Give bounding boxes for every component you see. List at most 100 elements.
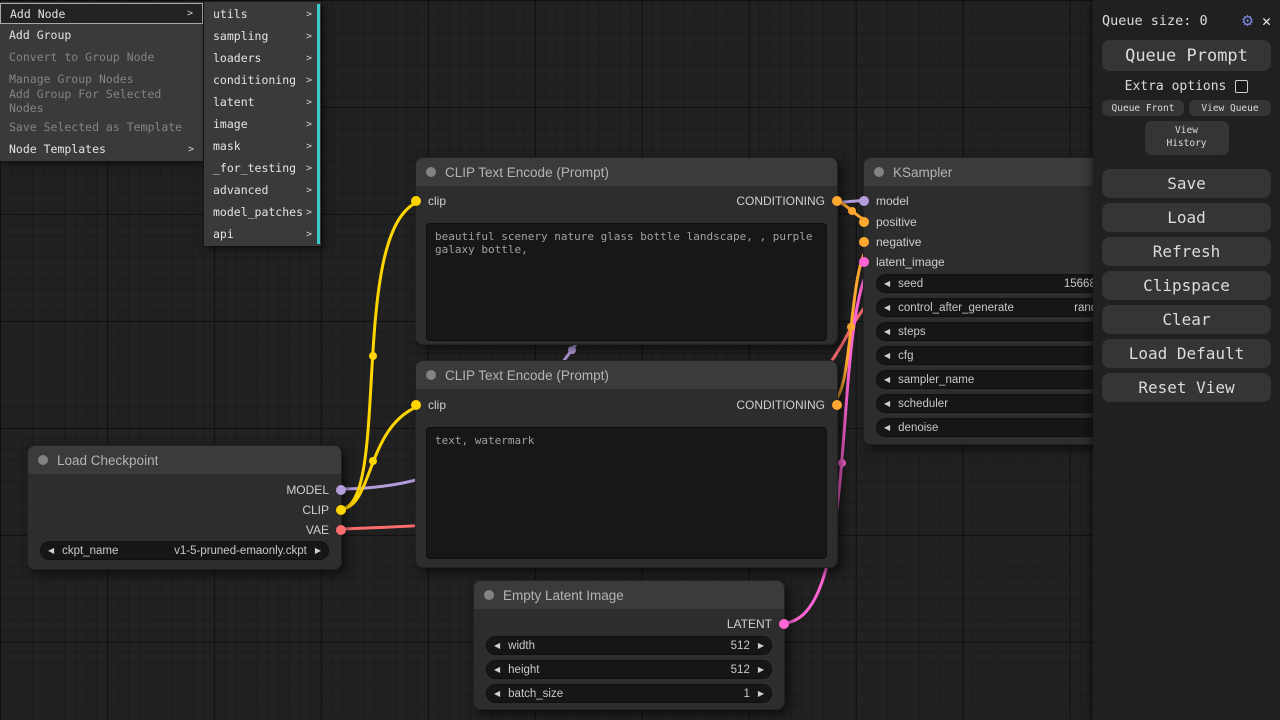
decrement-icon[interactable]: ◀ [884,424,890,432]
menu-item-label: Save Selected as Template [9,120,182,134]
conditioning-slot-icon[interactable] [859,217,869,227]
clear-button[interactable]: Clear [1102,305,1271,334]
wire-midpoint-dot[interactable] [838,459,846,467]
menu-item-node-templates[interactable]: Node Templates > [0,138,203,160]
submenu-item-advanced[interactable]: advanced > [204,179,321,201]
output-slot-conditioning[interactable]: CONDITIONING [736,398,842,412]
submenu-scrollbar[interactable] [317,4,320,244]
negative-prompt-textarea[interactable]: text, watermark [426,427,827,559]
decrement-icon[interactable]: ◀ [884,376,890,384]
queue-front-button[interactable]: Queue Front [1102,100,1184,116]
input-slot-latent-image[interactable]: latent_image [859,255,945,269]
widget-height[interactable]: ◀ height 512 ▶ [486,660,772,679]
submenu-item-latent[interactable]: latent > [204,91,321,113]
node-title-bar[interactable]: CLIP Text Encode (Prompt) [416,158,837,186]
output-slot-model[interactable]: MODEL [286,483,346,497]
submenu-item-model-patches[interactable]: model_patches > [204,201,321,223]
decrement-icon[interactable]: ◀ [884,304,890,312]
input-slot-model[interactable]: model [859,194,909,208]
node-clip-text-encode-positive[interactable]: CLIP Text Encode (Prompt) clip CONDITION… [415,157,838,345]
extra-options-checkbox[interactable] [1235,80,1248,93]
close-icon[interactable]: ✕ [1262,12,1271,30]
input-slot-negative[interactable]: negative [859,235,921,249]
latent-slot-icon[interactable] [779,619,789,629]
wire-clip-to-positive-prompt[interactable] [342,200,425,509]
wire-midpoint-dot[interactable] [848,207,856,215]
menu-item-convert-to-group-node[interactable]: Convert to Group Node [0,46,203,68]
submenu-item-utils[interactable]: utils > [204,3,321,25]
input-slot-clip[interactable]: clip [411,194,446,208]
menu-item-add-node[interactable]: Add Node > [0,3,203,24]
node-load-checkpoint[interactable]: Load Checkpoint MODEL CLIP VAE ◀ ckpt_na… [27,445,342,570]
reset-view-button[interactable]: Reset View [1102,373,1271,402]
view-history-button[interactable]: View History [1145,121,1229,155]
node-empty-latent-image[interactable]: Empty Latent Image LATENT ◀ width 512 ▶ … [473,580,785,710]
clip-slot-icon[interactable] [336,505,346,515]
output-slot-clip[interactable]: CLIP [302,503,346,517]
wire-midpoint-dot[interactable] [568,346,576,354]
collapse-dot-icon[interactable] [426,167,436,177]
decrement-icon[interactable]: ◀ [884,400,890,408]
clip-slot-icon[interactable] [411,400,421,410]
decrement-icon[interactable]: ◀ [494,690,500,698]
wire-midpoint-dot[interactable] [369,352,377,360]
collapse-dot-icon[interactable] [426,370,436,380]
latent-slot-icon[interactable] [859,257,869,267]
view-queue-button[interactable]: View Queue [1189,100,1271,116]
node-title-bar[interactable]: Load Checkpoint [28,446,341,474]
model-slot-icon[interactable] [336,485,346,495]
settings-gear-icon[interactable]: ⚙ [1242,10,1253,31]
vae-slot-icon[interactable] [336,525,346,535]
decrement-icon[interactable]: ◀ [884,328,890,336]
submenu-item-loaders[interactable]: loaders > [204,47,321,69]
output-slot-conditioning[interactable]: CONDITIONING [736,194,842,208]
increment-icon[interactable]: ▶ [758,642,764,650]
load-default-button[interactable]: Load Default [1102,339,1271,368]
next-option-icon[interactable]: ▶ [315,547,321,555]
widget-batch-size[interactable]: ◀ batch_size 1 ▶ [486,684,772,703]
conditioning-slot-icon[interactable] [832,196,842,206]
clip-slot-icon[interactable] [411,196,421,206]
prev-option-icon[interactable]: ◀ [48,547,54,555]
submenu-item-conditioning[interactable]: conditioning > [204,69,321,91]
decrement-icon[interactable]: ◀ [884,280,890,288]
submenu-item-sampling[interactable]: sampling > [204,25,321,47]
conditioning-slot-icon[interactable] [832,400,842,410]
clipspace-button[interactable]: Clipspace [1102,271,1271,300]
model-slot-icon[interactable] [859,196,869,206]
menu-item-label: conditioning [213,73,296,87]
node-clip-text-encode-negative[interactable]: CLIP Text Encode (Prompt) clip CONDITION… [415,360,838,568]
decrement-icon[interactable]: ◀ [494,642,500,650]
load-button[interactable]: Load [1102,203,1271,232]
submenu-item-for-testing[interactable]: _for_testing > [204,157,321,179]
submenu-item-mask[interactable]: mask > [204,135,321,157]
menu-item-add-group[interactable]: Add Group [0,24,203,46]
increment-icon[interactable]: ▶ [758,666,764,674]
wire-clip-to-negative-prompt[interactable] [342,404,425,509]
input-slot-positive[interactable]: positive [859,215,917,229]
positive-prompt-textarea[interactable]: beautiful scenery nature glass bottle la… [426,223,827,341]
save-button[interactable]: Save [1102,169,1271,198]
input-slot-clip[interactable]: clip [411,398,446,412]
output-slot-vae[interactable]: VAE [306,523,346,537]
decrement-icon[interactable]: ◀ [884,352,890,360]
queue-prompt-button[interactable]: Queue Prompt [1102,40,1271,71]
widget-ckpt-name[interactable]: ◀ ckpt_name v1-5-pruned-emaonly.ckpt ▶ [40,541,329,560]
conditioning-slot-icon[interactable] [859,237,869,247]
output-slot-latent[interactable]: LATENT [727,617,789,631]
submenu-item-image[interactable]: image > [204,113,321,135]
collapse-dot-icon[interactable] [874,167,884,177]
node-title-bar[interactable]: CLIP Text Encode (Prompt) [416,361,837,389]
menu-item-add-group-for-selected-nodes[interactable]: Add Group For Selected Nodes [0,90,203,112]
node-title-bar[interactable]: Empty Latent Image [474,581,784,609]
increment-icon[interactable]: ▶ [758,690,764,698]
menu-item-save-selected-as-template[interactable]: Save Selected as Template [0,116,203,138]
refresh-button[interactable]: Refresh [1102,237,1271,266]
collapse-dot-icon[interactable] [484,590,494,600]
submenu-item-api[interactable]: api > [204,223,321,245]
wire-midpoint-dot[interactable] [847,323,855,331]
widget-width[interactable]: ◀ width 512 ▶ [486,636,772,655]
collapse-dot-icon[interactable] [38,455,48,465]
wire-midpoint-dot[interactable] [369,457,377,465]
decrement-icon[interactable]: ◀ [494,666,500,674]
